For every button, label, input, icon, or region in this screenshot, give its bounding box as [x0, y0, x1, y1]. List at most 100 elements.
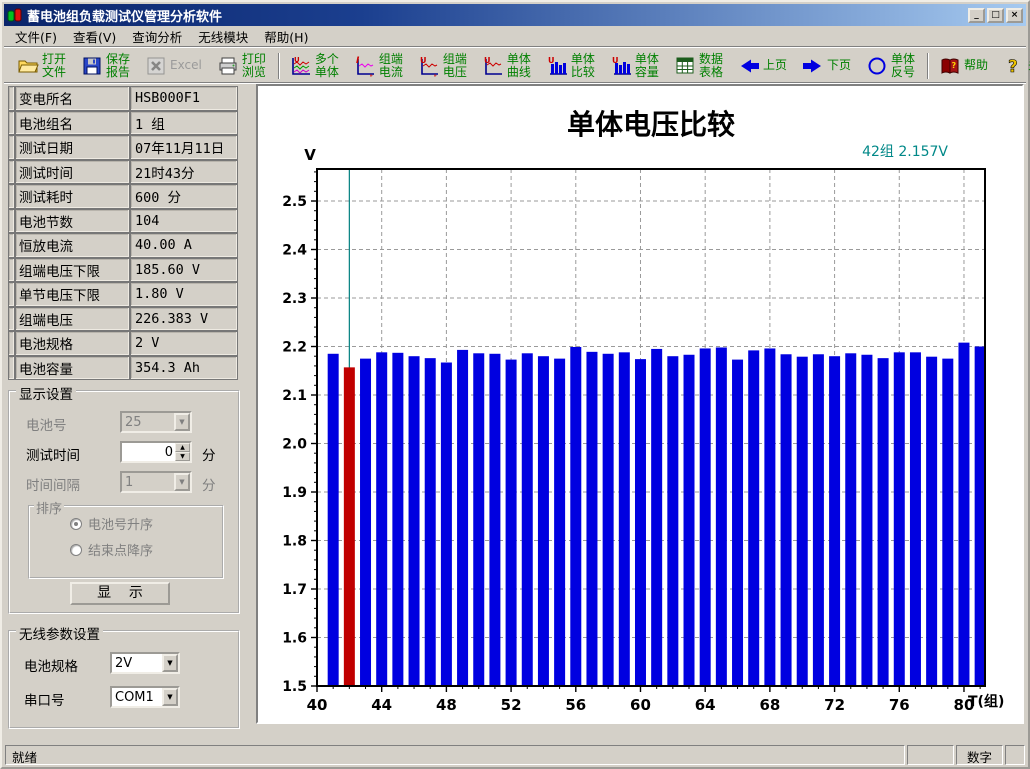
bar-57[interactable]: [586, 352, 597, 686]
menu-item-wireless-module[interactable]: 无线模块: [190, 25, 256, 48]
chevron-down-icon[interactable]: ▼: [162, 688, 178, 706]
bar-47[interactable]: [425, 358, 436, 686]
info-table-row: 电池组名1 组: [8, 111, 238, 136]
svg-text:U: U: [420, 56, 427, 65]
toolbar-pack-current-button[interactable]: It组端电流: [349, 51, 408, 81]
bar-54[interactable]: [538, 356, 549, 686]
bar-67[interactable]: [748, 350, 759, 686]
time-interval-combo[interactable]: 1 ▼: [120, 471, 192, 493]
bar-77[interactable]: [910, 352, 921, 686]
toolbar-excel-export-button[interactable]: Excel: [140, 51, 207, 81]
toolbar-about-button[interactable]: ?关于: [998, 51, 1030, 81]
bar-74[interactable]: [861, 355, 872, 686]
bar-81[interactable]: [975, 347, 986, 686]
bar-56[interactable]: [570, 347, 581, 686]
sort-option-2[interactable]: 结束点降序: [70, 540, 222, 559]
bar-48[interactable]: [441, 363, 452, 686]
toolbar-open-file-button[interactable]: 打开文件: [12, 51, 71, 81]
bar-44[interactable]: [376, 352, 387, 686]
bar-80[interactable]: [958, 343, 969, 686]
bar-73[interactable]: [845, 353, 856, 686]
status-panel-3: [1005, 745, 1025, 765]
bar-75[interactable]: [878, 358, 889, 686]
spin-up-icon[interactable]: ▲: [175, 443, 190, 452]
toolbar-prev-page-button[interactable]: 上页: [733, 51, 792, 81]
bar-41[interactable]: [328, 354, 339, 686]
maximize-button[interactable]: □: [987, 8, 1004, 23]
battery-number-combo[interactable]: 25 ▼: [120, 411, 192, 433]
info-value: 2 V: [130, 331, 238, 356]
bar-71[interactable]: [813, 354, 824, 686]
chevron-down-icon[interactable]: ▼: [162, 654, 178, 672]
test-time-input[interactable]: [122, 443, 175, 461]
battery-spec-combo[interactable]: 2V ▼: [110, 652, 180, 674]
display-settings-group: 显示设置 电池号 25 ▼ 测试时间 ▲ ▼ 分 时间间隔 1 ▼ 分: [8, 390, 240, 614]
bar-78[interactable]: [926, 357, 937, 686]
sort-option-1[interactable]: 电池号升序: [70, 514, 222, 533]
bar-52[interactable]: [506, 360, 517, 686]
y-tick-label: 1.9: [282, 485, 307, 501]
bar-46[interactable]: [409, 356, 420, 686]
bar-43[interactable]: [360, 359, 371, 686]
close-button[interactable]: ×: [1006, 8, 1023, 23]
menu-item-view[interactable]: 查看(V): [65, 25, 124, 48]
bar-72[interactable]: [829, 356, 840, 686]
bar-61[interactable]: [651, 349, 662, 686]
menu-item-help[interactable]: 帮助(H): [256, 25, 316, 48]
bar-49[interactable]: [457, 350, 468, 686]
status-bar: 就绪 数字: [5, 745, 1025, 765]
chevron-down-icon[interactable]: ▼: [174, 413, 190, 431]
bar-50[interactable]: [473, 353, 484, 686]
spin-down-icon[interactable]: ▼: [175, 452, 190, 461]
bar-42[interactable]: [344, 367, 355, 686]
show-button[interactable]: 显 示: [70, 582, 170, 605]
bar-70[interactable]: [797, 357, 808, 686]
toolbar-data-table-button[interactable]: 数据表格: [669, 51, 728, 81]
toolbar-help-button[interactable]: ?帮助: [934, 51, 993, 81]
x-tick-label: 68: [759, 696, 780, 714]
toolbar-cell-invert-button[interactable]: 单体反号: [861, 51, 920, 81]
toolbar-multi-cell-button[interactable]: U多个单体: [285, 51, 344, 81]
toolbar-next-page-button[interactable]: 下页: [797, 51, 856, 81]
info-table-row: 组端电压下限185.60 V: [8, 258, 238, 283]
bar-68[interactable]: [764, 348, 775, 686]
bar-62[interactable]: [667, 356, 678, 686]
toolbar-cell-curve-button[interactable]: U单体曲线: [477, 51, 536, 81]
svg-text:t: t: [370, 73, 373, 77]
y-tick-label: 2.5: [282, 194, 307, 210]
bar-53[interactable]: [522, 353, 533, 686]
row-header: [8, 209, 15, 234]
bar-59[interactable]: [619, 352, 630, 686]
menu-item-file[interactable]: 文件(F): [7, 25, 65, 48]
toolbar-save-report-button[interactable]: 保存报告: [76, 51, 135, 81]
chart-curve-icon: U: [482, 55, 504, 77]
chart-panel: 1.51.61.71.81.92.02.12.22.32.42.54044485…: [256, 84, 1024, 724]
battery-spec-value: 2V: [112, 654, 162, 672]
bar-55[interactable]: [554, 359, 565, 686]
menu-item-query-analysis[interactable]: 查询分析: [124, 25, 190, 48]
toolbar-pack-voltage-button[interactable]: Ut组端电压: [413, 51, 472, 81]
bar-63[interactable]: [684, 355, 695, 686]
bar-58[interactable]: [603, 354, 614, 686]
chart-multiline-icon: U: [290, 55, 312, 77]
bar-79[interactable]: [942, 359, 953, 686]
toolbar-cell-capacity-button[interactable]: U单体容量: [605, 51, 664, 81]
x-tick-label: 40: [307, 696, 328, 714]
bar-51[interactable]: [489, 354, 500, 686]
serial-port-combo[interactable]: COM1 ▼: [110, 686, 180, 708]
bar-60[interactable]: [635, 359, 646, 686]
toolbar-cell-compare-button[interactable]: U单体比较: [541, 51, 600, 81]
bar-69[interactable]: [781, 354, 792, 686]
radio-icon[interactable]: [70, 544, 82, 556]
minimize-button[interactable]: _: [968, 8, 985, 23]
bar-66[interactable]: [732, 360, 743, 686]
bar-65[interactable]: [716, 347, 727, 686]
radio-icon[interactable]: [70, 518, 82, 530]
sort-option-label: 电池号升序: [88, 514, 153, 533]
bar-76[interactable]: [894, 352, 905, 686]
bar-64[interactable]: [700, 348, 711, 686]
bar-45[interactable]: [392, 353, 403, 686]
row-header: [8, 331, 15, 356]
chevron-down-icon[interactable]: ▼: [174, 473, 190, 491]
toolbar-print-preview-button[interactable]: 打印浏览: [212, 51, 271, 81]
